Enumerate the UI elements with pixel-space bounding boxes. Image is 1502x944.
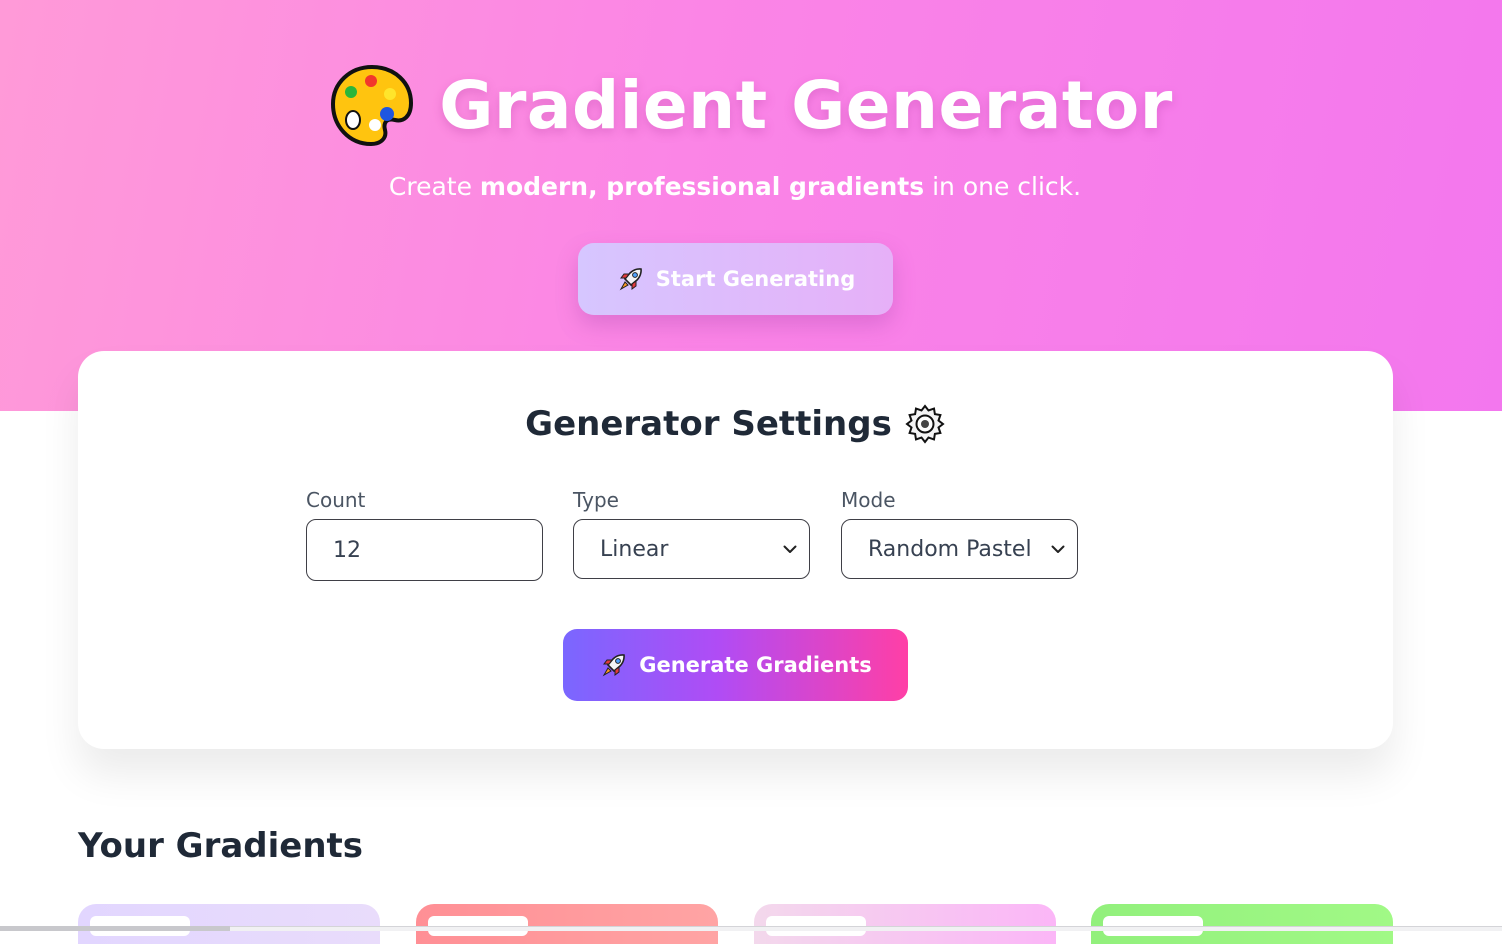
gradient-card[interactable] (416, 904, 718, 944)
count-label: Count (306, 488, 366, 512)
gradient-card[interactable] (78, 904, 380, 944)
mode-select[interactable]: Random Pastel (841, 519, 1078, 579)
count-input[interactable]: 12 (306, 519, 543, 581)
palette-icon (331, 64, 414, 147)
settings-title-row: Generator Settings (78, 403, 1393, 445)
scrollbar-thumb[interactable] (0, 926, 230, 931)
start-generating-button[interactable]: Start Generating (578, 243, 893, 315)
type-label: Type (573, 488, 619, 512)
mode-label: Mode (841, 488, 896, 512)
gradients-section-title: Your Gradients (78, 826, 364, 866)
gear-icon (905, 404, 945, 444)
type-value: Linear (600, 536, 669, 562)
generate-gradients-button[interactable]: Generate Gradients (563, 629, 908, 701)
subtitle-prefix: Create (388, 172, 480, 201)
gradient-card[interactable] (1091, 904, 1393, 944)
hero-subtitle: Create modern, professional gradients in… (0, 172, 1470, 201)
settings-card: Generator Settings Count 12 Type Linear … (78, 351, 1393, 749)
type-select[interactable]: Linear (573, 519, 810, 579)
hero-banner: Gradient Generator Create modern, profes… (0, 0, 1502, 411)
rocket-icon (602, 654, 626, 677)
chevron-down-icon (783, 545, 797, 553)
gradient-card[interactable] (754, 904, 1056, 944)
settings-title: Generator Settings (525, 404, 892, 444)
generate-button-label: Generate Gradients (639, 653, 872, 677)
subtitle-suffix: in one click. (924, 172, 1082, 201)
subtitle-emphasis: modern, professional gradients (479, 172, 925, 201)
hero-title-row: Gradient Generator (0, 62, 1502, 148)
start-button-label: Start Generating (655, 267, 856, 291)
mode-value: Random Pastel (868, 536, 1032, 562)
count-value: 12 (333, 537, 361, 563)
page-title: Gradient Generator (439, 66, 1173, 144)
rocket-icon (619, 268, 642, 291)
chevron-down-icon (1051, 545, 1065, 553)
